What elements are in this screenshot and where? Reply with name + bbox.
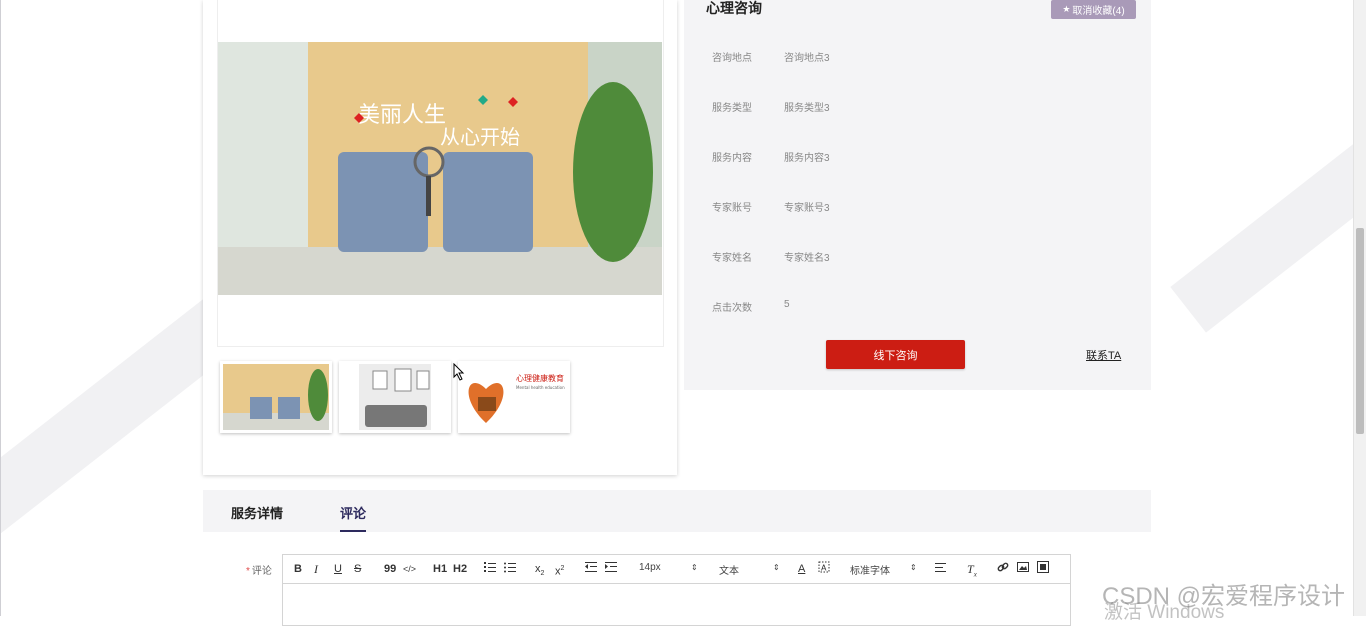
unfavorite-button[interactable]: ★ 取消收藏(4): [1051, 0, 1136, 19]
info-value: 服务内容3: [784, 153, 830, 164]
comment-label: * 评论: [246, 562, 272, 577]
info-value: 服务类型3: [784, 103, 830, 114]
font-size-select[interactable]: 14px ⇕: [639, 562, 699, 573]
info-label: 专家姓名: [712, 253, 752, 264]
page-scrollbar[interactable]: [1353, 0, 1366, 616]
align-icon[interactable]: [935, 561, 947, 577]
counseling-room-photo: 美丽人生 从心开始: [218, 42, 662, 295]
photo-slogan-2: 从心开始: [440, 125, 520, 149]
info-label: 咨询地点: [712, 53, 752, 64]
underline-button[interactable]: U: [334, 562, 342, 576]
bold-button[interactable]: B: [294, 562, 302, 576]
photo-slogan-1: 美丽人生: [358, 103, 446, 128]
info-value: 专家姓名3: [784, 253, 830, 264]
scrollbar-thumb[interactable]: [1356, 228, 1364, 434]
thumbnail-3[interactable]: 心理健康教育 Mental health education: [458, 361, 570, 433]
image-icon[interactable]: [1017, 561, 1029, 577]
thumb-education-image: 心理健康教育 Mental health education: [458, 361, 570, 433]
unfavorite-label: 取消收藏(4): [1072, 6, 1125, 17]
blockquote-button[interactable]: 99: [384, 562, 396, 576]
header-2-button[interactable]: H2: [453, 562, 467, 576]
comment-editor: B I U S 99 </> H1 H2 x2 x2 14px ⇕ 文本 ⇕ A: [282, 554, 1071, 626]
text-color-icon[interactable]: A: [798, 562, 805, 576]
detail-tabs: 服务详情 评论: [203, 490, 1151, 532]
comment-textarea[interactable]: [283, 584, 1070, 624]
text-style-select[interactable]: 文本 ⇕: [719, 562, 780, 577]
editor-toolbar: B I U S 99 </> H1 H2 x2 x2 14px ⇕ 文本 ⇕ A: [283, 555, 1070, 584]
info-label: 服务类型: [712, 103, 752, 114]
thumb-edu-title: 心理健康教育: [516, 373, 564, 383]
service-info-panel: 心理咨询 ★ 取消收藏(4) 咨询地点 咨询地点3 服务类型 服务类型3 服务内…: [684, 0, 1151, 390]
svg-text:A: A: [821, 564, 827, 573]
page-border: [0, 0, 1, 616]
select-arrows-icon: ⇕: [691, 563, 698, 572]
offline-consult-button[interactable]: 线下咨询: [826, 340, 965, 369]
tab-comments[interactable]: 评论: [340, 503, 366, 522]
code-block-button[interactable]: </>: [403, 562, 416, 576]
background-stripe: [1170, 65, 1366, 333]
thumb-room-image: [223, 364, 329, 430]
bullet-list-icon[interactable]: [504, 561, 516, 577]
background-color-icon[interactable]: A: [818, 561, 830, 577]
thumbnail-2[interactable]: [339, 361, 451, 433]
info-label: 服务内容: [712, 153, 752, 164]
info-value: 咨询地点3: [784, 53, 830, 64]
star-icon: ★: [1062, 4, 1071, 14]
info-value: 专家账号3: [784, 203, 830, 214]
service-title: 心理咨询: [706, 0, 762, 16]
link-icon[interactable]: [997, 561, 1009, 577]
clear-format-icon[interactable]: Tx: [967, 562, 977, 581]
mouse-cursor-icon: [453, 363, 465, 381]
superscript-icon[interactable]: x2: [555, 562, 564, 579]
main-image[interactable]: 美丽人生 从心开始: [217, 0, 664, 347]
select-arrows-icon: ⇕: [773, 563, 780, 572]
subscript-icon[interactable]: x2: [535, 562, 544, 581]
info-value: 5: [784, 299, 790, 310]
outdent-icon[interactable]: [585, 561, 597, 577]
ordered-list-icon[interactable]: [484, 561, 496, 577]
thumb-office-image: [339, 361, 451, 433]
tab-service-details[interactable]: 服务详情: [231, 503, 283, 522]
strike-button[interactable]: S: [354, 562, 361, 576]
text-style-value: 文本: [719, 566, 739, 577]
font-family-value: 标准字体: [850, 566, 890, 577]
italic-button[interactable]: I: [314, 562, 318, 576]
thumbnail-1[interactable]: [220, 361, 332, 433]
info-label: 专家账号: [712, 203, 752, 214]
info-label: 点击次数: [712, 303, 752, 314]
contact-link[interactable]: 联系TA: [1086, 347, 1121, 363]
active-tab-indicator: [340, 530, 366, 532]
thumb-edu-subtitle: Mental health education: [516, 385, 565, 390]
font-family-select[interactable]: 标准字体 ⇕: [850, 562, 920, 577]
select-arrows-icon: ⇕: [910, 563, 917, 572]
font-size-value: 14px: [639, 562, 661, 573]
gallery-card: 美丽人生 从心开始 心理健康教育 Mental health education: [203, 0, 677, 475]
indent-icon[interactable]: [605, 561, 617, 577]
video-icon[interactable]: [1037, 561, 1049, 577]
activate-windows-watermark: 激活 Windows: [1104, 602, 1225, 623]
comment-label-text: 评论: [251, 566, 272, 577]
required-mark: *: [246, 566, 250, 577]
header-1-button[interactable]: H1: [433, 562, 447, 576]
